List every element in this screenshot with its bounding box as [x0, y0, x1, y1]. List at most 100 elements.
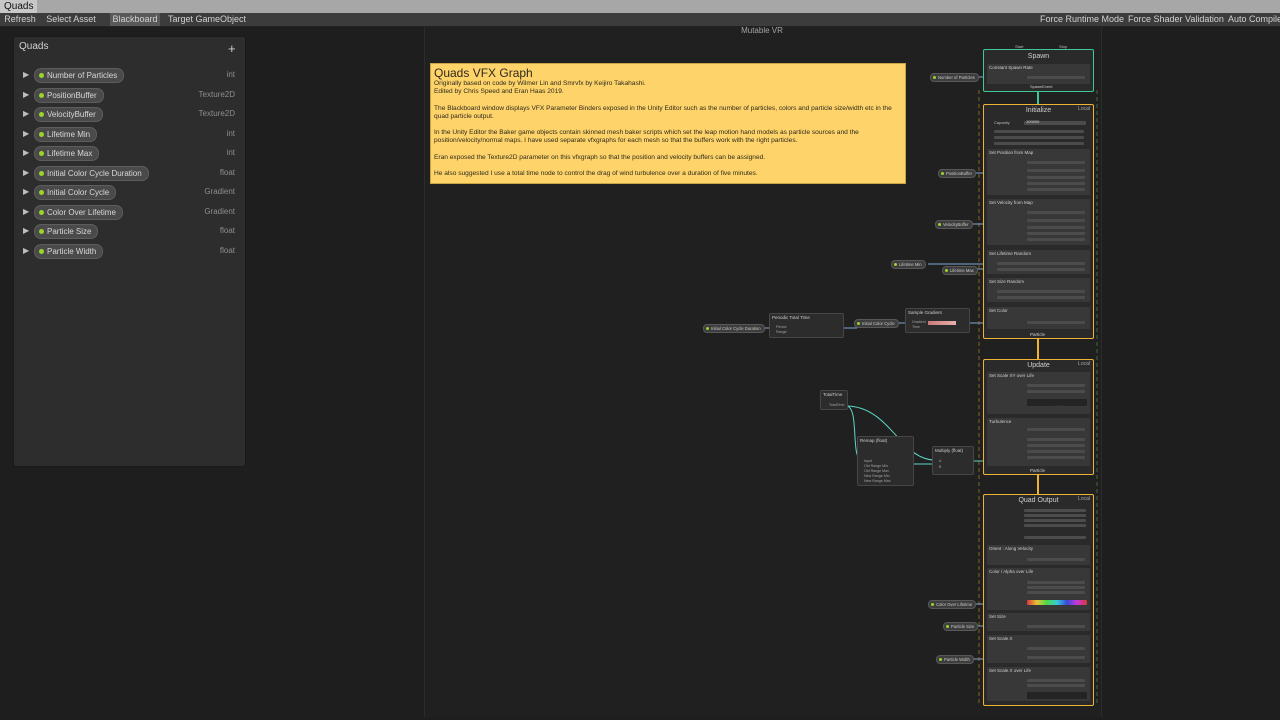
block-field[interactable] [1027, 591, 1085, 594]
force-runtime-mode-toggle[interactable]: Force Runtime Mode [1040, 13, 1124, 26]
expand-arrow-icon[interactable]: ▶ [23, 70, 29, 79]
auto-compile-toggle[interactable]: Auto Compile [1228, 13, 1280, 26]
block-field[interactable] [1027, 456, 1085, 459]
block-field[interactable] [1027, 438, 1085, 441]
multiply-node[interactable]: Multiply (float) A B [932, 446, 974, 475]
block-field[interactable] [1027, 390, 1085, 393]
node-port[interactable]: A [939, 459, 941, 463]
block-field[interactable] [1027, 169, 1085, 172]
parameter-pill[interactable]: Color Over Lifetime [34, 204, 123, 220]
blackboard-item[interactable]: ▶ Initial Color Cycle Duration float [14, 165, 245, 181]
block-field[interactable] [1027, 581, 1085, 584]
total-time-node[interactable]: TotalTime TotalTime [820, 390, 848, 410]
node-port[interactable]: TotalTime [829, 403, 844, 407]
block-field[interactable] [997, 290, 1085, 293]
curve-field[interactable] [1027, 399, 1087, 406]
node-port[interactable]: Old Range Min [864, 464, 888, 468]
node-port[interactable]: Input [864, 459, 872, 463]
initialize-context[interactable]: Initialize Local Capacity 100000 Set Pos… [983, 104, 1094, 339]
orient-along-velocity-block[interactable]: Orient : Along Velocity [987, 545, 1090, 565]
block-field[interactable] [1027, 586, 1085, 589]
block-field[interactable] [1027, 684, 1085, 687]
lifetime-max-node[interactable]: Lifetime Max [942, 266, 978, 275]
expand-arrow-icon[interactable]: ▶ [23, 109, 29, 118]
number-of-particles-node[interactable]: Number of Particles [930, 73, 979, 82]
set-position-map-block[interactable]: Set Position from Map [987, 149, 1090, 195]
block-field[interactable] [1027, 232, 1085, 235]
node-port[interactable]: B [939, 465, 941, 469]
expand-arrow-icon[interactable]: ▶ [23, 246, 29, 255]
gradient-field[interactable] [1027, 600, 1087, 605]
parameter-pill[interactable]: Particle Width [34, 243, 104, 259]
set-size-block[interactable]: Set Size [987, 613, 1090, 631]
bounds-field[interactable] [994, 130, 1084, 133]
parameter-pill[interactable]: VelocityBuffer [34, 107, 103, 122]
blackboard-panel[interactable]: Quads + ▶ Number of Particles int ▶ Posi… [13, 36, 246, 467]
block-field[interactable] [1027, 384, 1085, 387]
expand-arrow-icon[interactable]: ▶ [23, 129, 29, 138]
block-field[interactable] [1027, 679, 1085, 682]
node-port[interactable]: Old Range Max [864, 469, 889, 473]
blackboard-item[interactable]: ▶ Lifetime Max int [14, 145, 245, 161]
block-field[interactable] [1027, 238, 1085, 241]
set-velocity-map-block[interactable]: Set Velocity from Map [987, 199, 1090, 245]
block-field[interactable] [1027, 625, 1085, 628]
node-port[interactable]: Gradient [912, 320, 926, 324]
update-context[interactable]: Update Local Set Scale XY over Life Turb… [983, 359, 1094, 475]
output-setting-field[interactable] [1024, 519, 1086, 522]
set-scale-x-block[interactable]: Set Scale.X [987, 635, 1090, 663]
turbulence-block[interactable]: Turbulence [987, 418, 1090, 466]
blackboard-item[interactable]: ▶ Initial Color Cycle Gradient [14, 184, 245, 200]
block-field[interactable] [1027, 656, 1085, 659]
parameter-pill[interactable]: Number of Particles [34, 68, 125, 83]
particle-size-node[interactable]: Particle Size [943, 622, 979, 631]
initial-color-cycle-node[interactable]: Initial Color Cycle [854, 319, 899, 328]
bounds-field[interactable] [994, 136, 1084, 139]
bounds-field[interactable] [994, 142, 1084, 145]
set-scale-over-life-block[interactable]: Set Scale XY over Life [987, 372, 1090, 414]
block-field[interactable] [997, 262, 1085, 265]
output-setting-field[interactable] [1024, 536, 1086, 539]
set-lifetime-random-block[interactable]: Set Lifetime Random [987, 250, 1090, 274]
node-port[interactable]: Time [912, 325, 920, 329]
blackboard-item[interactable]: ▶ VelocityBuffer Texture2D [14, 106, 245, 122]
force-shader-validation-toggle[interactable]: Force Shader Validation [1128, 13, 1224, 26]
block-field[interactable] [1027, 321, 1085, 324]
block-field[interactable] [1027, 647, 1085, 650]
color-alpha-over-life-block[interactable]: Color / Alpha over Life [987, 568, 1090, 610]
expand-arrow-icon[interactable]: ▶ [23, 90, 29, 99]
position-buffer-node[interactable]: PositionBuffer [938, 169, 976, 178]
blackboard-toggle[interactable]: Blackboard [110, 13, 160, 26]
node-port[interactable]: Range [776, 330, 787, 334]
lifetime-min-node[interactable]: Lifetime Min [891, 260, 926, 269]
sample-gradient-node[interactable]: Sample Gradient Gradient Time [905, 308, 970, 333]
blackboard-item[interactable]: ▶ Number of Particles int [14, 67, 245, 83]
cycle-duration-node[interactable]: Initial Color Cycle Duration [703, 324, 765, 333]
color-over-lifetime-node[interactable]: Color Over Lifetime [928, 600, 977, 609]
target-gameobject-button[interactable]: Target GameObject [168, 13, 246, 26]
parameter-pill[interactable]: Initial Color Cycle [34, 185, 117, 200]
periodic-total-time-node[interactable]: Periodic Total Time Period Range [769, 313, 844, 338]
add-parameter-button[interactable]: + [228, 42, 236, 55]
set-scale-x-over-life-block[interactable]: Set Scale.X over Life [987, 667, 1090, 701]
blackboard-item[interactable]: ▶ Color Over Lifetime Gradient [14, 204, 245, 220]
spawn-context[interactable]: Spawn Start Stop Constant Spawn Rate Spa… [983, 44, 1094, 92]
block-field[interactable] [1027, 182, 1085, 185]
select-asset-button[interactable]: Select Asset [46, 13, 96, 26]
window-tab-quads[interactable]: Quads [0, 0, 38, 13]
parameter-pill[interactable]: Particle Size [34, 224, 99, 239]
blackboard-item[interactable]: ▶ Lifetime Min int [14, 126, 245, 142]
velocity-buffer-node[interactable]: VelocityBuffer [935, 220, 973, 229]
constant-spawn-rate-block[interactable]: Constant Spawn Rate [987, 64, 1090, 84]
block-field[interactable] [1027, 188, 1085, 191]
block-field[interactable] [997, 296, 1085, 299]
blackboard-item[interactable]: ▶ PositionBuffer Texture2D [14, 87, 245, 103]
node-port[interactable]: New Range Min [864, 474, 890, 478]
set-color-block[interactable]: Set Color [987, 307, 1090, 329]
quad-output-context[interactable]: Quad Output Local Orient : Along Velocit… [983, 494, 1094, 706]
expand-arrow-icon[interactable]: ▶ [23, 148, 29, 157]
expand-arrow-icon[interactable]: ▶ [23, 226, 29, 235]
parameter-pill[interactable]: Initial Color Cycle Duration [34, 165, 149, 181]
parameter-pill[interactable]: Lifetime Max [34, 146, 100, 161]
parameter-pill[interactable]: Lifetime Min [34, 126, 98, 142]
